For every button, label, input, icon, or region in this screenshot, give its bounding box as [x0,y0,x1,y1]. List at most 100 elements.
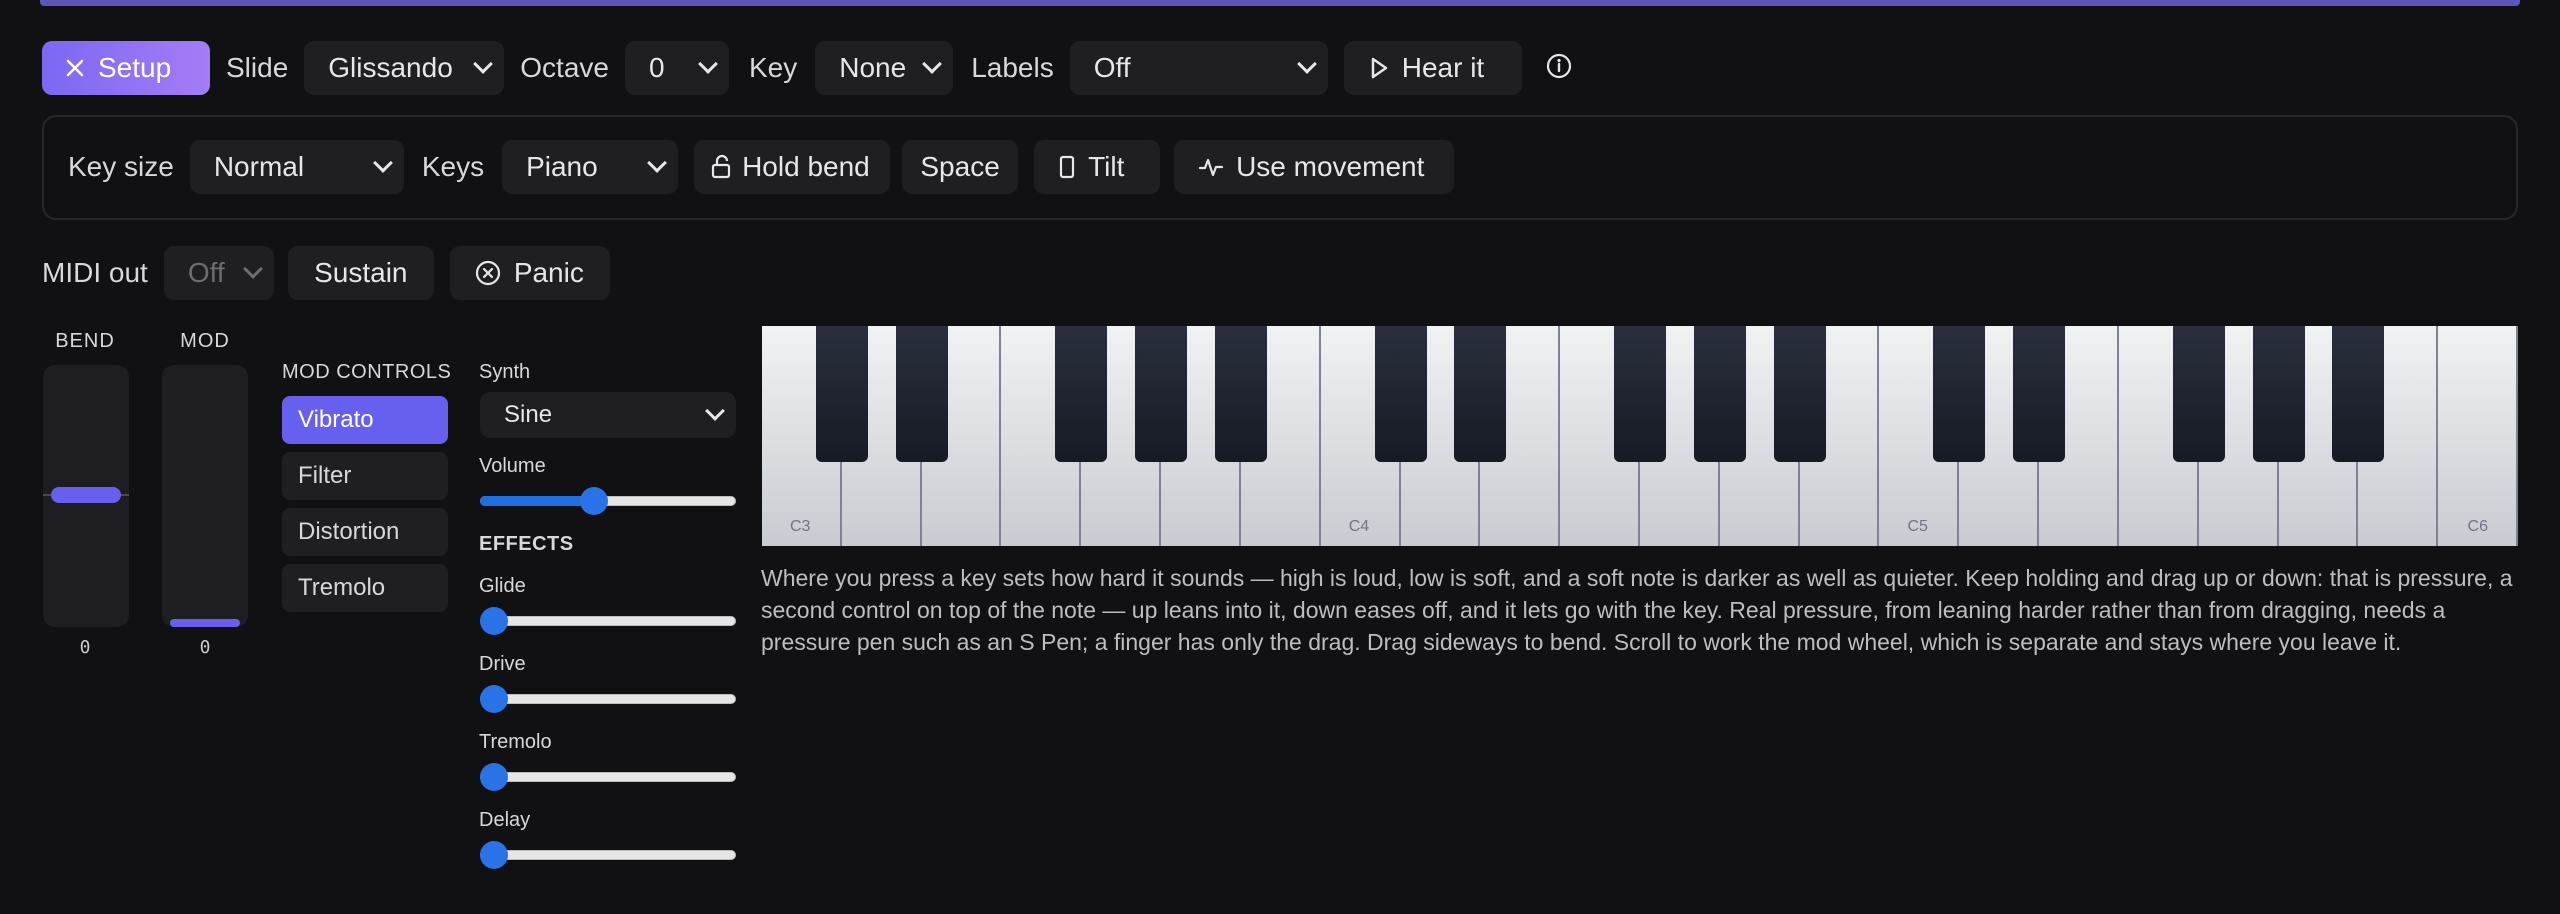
bend-handle[interactable] [51,487,121,503]
bend-value: 0 [79,637,91,658]
glide-thumb[interactable] [480,607,508,635]
piano-keyboard[interactable]: C3 C4 C5 C6 [762,326,2518,546]
drive-slider[interactable] [480,684,736,714]
hold-bend-label: Hold bend [742,151,870,182]
black-key[interactable] [1773,326,1826,462]
white-key[interactable]: C6 [2438,326,2518,546]
black-key[interactable] [1933,326,1986,462]
synth-select[interactable]: Sine [480,392,736,438]
delay-thumb[interactable] [480,841,508,869]
black-key[interactable] [2013,326,2066,462]
info-button[interactable] [1532,41,1586,95]
tremolo-label: Tremolo [479,731,552,753]
octave-label: Octave [520,52,609,83]
volume-fill [480,496,595,506]
note-label: C4 [1348,518,1370,535]
mod-filter-button[interactable]: Filter [282,452,448,500]
black-key[interactable] [1055,326,1108,462]
black-key[interactable] [2252,326,2305,462]
black-key[interactable] [895,326,948,462]
drive-thumb[interactable] [480,685,508,713]
glide-label: Glide [479,575,526,597]
mod-vibrato-button[interactable]: Vibrato [282,396,448,444]
midi-out-value: Off [187,257,225,288]
labels-value: Off [1093,52,1131,83]
labels-select[interactable]: Off [1069,41,1328,95]
drive-label: Drive [479,653,526,675]
mod-handle[interactable] [170,619,240,627]
setup-label: Setup [98,52,172,83]
unlock-icon [710,154,732,180]
black-key[interactable] [815,326,868,462]
chevron-down-icon [1296,54,1317,74]
main-toolbar: Setup Slide Glissando Octave 0 Key None … [42,41,1586,95]
keys-label: Keys [421,151,485,182]
chevron-down-icon [705,401,725,421]
slide-label: Slide [226,52,289,83]
panic-button[interactable]: Panic [449,246,610,300]
effects-title: EFFECTS [479,533,574,555]
black-key[interactable] [1374,326,1427,462]
space-button[interactable]: Space [902,140,1019,194]
delay-label: Delay [479,809,531,831]
close-circle-icon [474,259,502,287]
delay-slider[interactable] [480,840,736,870]
mod-controls-title: MOD CONTROLS [282,361,452,383]
mod-value: 0 [199,637,211,658]
tilt-button[interactable]: Tilt [1034,140,1161,194]
synth-value: Sine [504,401,553,428]
slide-select[interactable]: Glissando [304,41,505,95]
slide-value: Glissando [328,52,453,83]
tremolo-thumb[interactable] [480,763,508,791]
mod-wheel[interactable] [162,365,248,627]
tremolo-slider[interactable] [480,762,736,792]
tremolo-track [480,772,736,782]
space-label: Space [920,151,1000,182]
settings-row: Key size Normal Keys Piano Hold bend Spa… [68,140,1455,194]
mod-distortion-button[interactable]: Distortion [282,508,448,556]
setup-button[interactable]: Setup [42,41,210,95]
midi-out-label: MIDI out [42,257,148,288]
synth-label: Synth [479,361,531,383]
info-icon [1545,52,1573,85]
black-key[interactable] [1135,326,1188,462]
close-icon [64,57,86,79]
black-key[interactable] [1693,326,1746,462]
key-select[interactable]: None [815,41,954,95]
glide-track [480,616,736,626]
play-icon [1368,56,1390,80]
volume-thumb[interactable] [580,487,609,515]
use-movement-button[interactable]: Use movement [1174,140,1455,194]
black-key[interactable] [2172,326,2225,462]
octave-select[interactable]: 0 [624,41,729,95]
help-text: Where you press a key sets how hard it s… [761,565,2513,655]
hear-it-button[interactable]: Hear it [1343,41,1522,95]
mod-tremolo-button[interactable]: Tremolo [282,564,448,612]
black-key[interactable] [1214,326,1267,462]
note-label: C6 [2467,518,2488,535]
key-label: Key [748,52,798,83]
black-key[interactable] [1614,326,1666,462]
black-key[interactable] [2332,326,2385,462]
use-movement-label: Use movement [1236,151,1425,182]
note-label: C3 [790,518,811,535]
activity-icon [1198,155,1224,179]
hold-bend-button[interactable]: Hold bend [694,140,891,194]
keys-select[interactable]: Piano [502,140,679,194]
bend-wheel[interactable] [43,365,129,627]
delay-track [480,850,736,860]
phone-icon [1058,154,1076,180]
midi-row: MIDI out Off Sustain Panic [42,246,610,300]
tilt-label: Tilt [1088,151,1125,182]
note-label: C5 [1907,518,1928,535]
volume-slider[interactable] [480,486,736,516]
glide-slider[interactable] [480,606,736,636]
midi-out-select[interactable]: Off [163,246,274,300]
black-key[interactable] [1454,326,1507,462]
key-size-select[interactable]: Normal [189,140,404,194]
chevron-down-icon [698,54,718,74]
chevron-down-icon [922,54,943,74]
drive-track [480,694,736,704]
key-size-value: Normal [213,151,305,182]
sustain-button[interactable]: Sustain [287,246,434,300]
